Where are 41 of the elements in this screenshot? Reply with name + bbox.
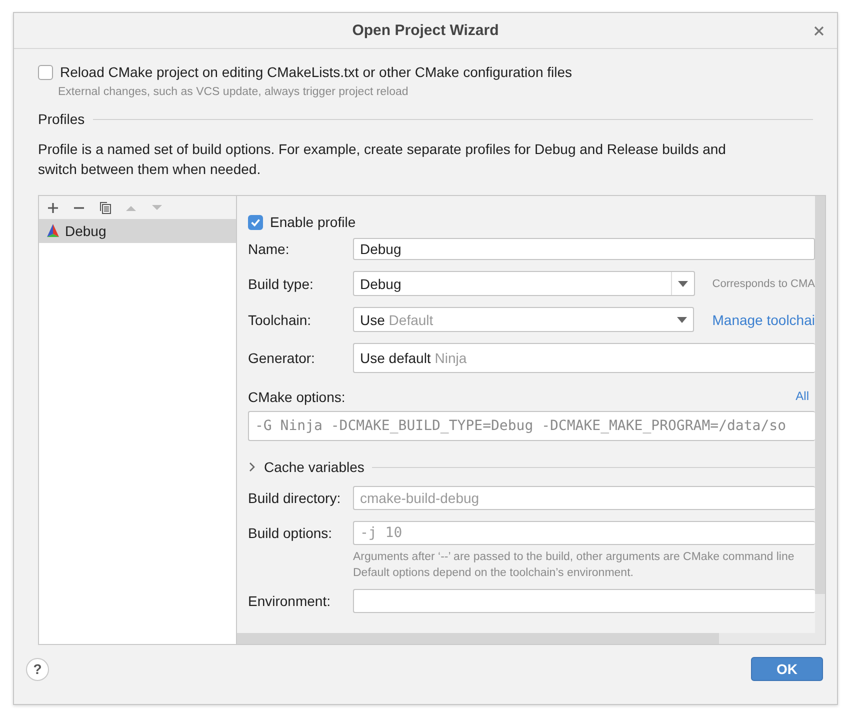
enable-profile-checkbox[interactable] (248, 214, 263, 230)
dropdown-arrow-icon (678, 280, 688, 286)
scrollbar-thumb[interactable] (237, 633, 719, 644)
close-icon[interactable] (814, 26, 824, 36)
enable-profile-label[interactable]: Enable profile (270, 214, 356, 230)
field-label: Environment: (248, 593, 332, 609)
build-options-hint: Arguments after ‘--’ are passed to the build, other arguments are CMake command line (353, 550, 796, 565)
copy-icon[interactable] (99, 201, 111, 214)
field-label: Build directory: (248, 490, 342, 506)
generator-field[interactable]: Use default Ninja (353, 343, 815, 373)
triangle-icon (45, 223, 61, 239)
reload-label[interactable]: Reload CMake project on editing CMakeLists.txt or other CMake configuration files (60, 64, 572, 80)
field-label: Toolchain: (248, 312, 312, 328)
reload-checkbox[interactable] (38, 64, 53, 80)
field-label: CMake options: (248, 389, 346, 405)
name-field[interactable]: Debug (353, 238, 815, 260)
field-label: Generator: (248, 350, 316, 366)
build-options-hint: Default options depend on the toolchain’s environment. (353, 566, 634, 581)
all-options-link[interactable]: All (796, 389, 809, 405)
cache-variables-toggle[interactable]: Cache variables (264, 459, 364, 475)
help-button[interactable]: ? (26, 658, 49, 680)
build-type-dropdown[interactable]: Debug (353, 271, 696, 296)
move-up-icon[interactable] (125, 204, 137, 212)
toolchain-dropdown[interactable]: Use Default (353, 307, 694, 332)
reload-hint: External changes, such as VCS update, always trigger project reload (58, 85, 410, 100)
dropdown-arrow-icon (677, 316, 688, 322)
profiles-heading: Profiles (38, 111, 85, 127)
field-label: Name: (248, 241, 290, 257)
manage-toolchains-link[interactable]: Manage toolchai (712, 312, 815, 328)
window-title: Open Project Wizard (352, 22, 499, 39)
chevron-icon[interactable] (248, 462, 256, 472)
move-down-icon[interactable] (151, 204, 163, 212)
field-label: Build options: (248, 525, 334, 541)
build-type-note: Corresponds to CMA (712, 278, 815, 290)
profiles-description: Profile is a named set of build options. For example, create separate profiles for Debug and Release builds and switch between them when needed. (38, 140, 727, 179)
field-label: Build type: (248, 276, 314, 292)
profile-item[interactable]: Debug (39, 219, 236, 243)
ok-button[interactable]: OK (751, 657, 823, 681)
environment-field[interactable] (353, 589, 815, 613)
scrollbar-thumb[interactable] (815, 196, 825, 594)
add-icon[interactable] (47, 202, 59, 214)
